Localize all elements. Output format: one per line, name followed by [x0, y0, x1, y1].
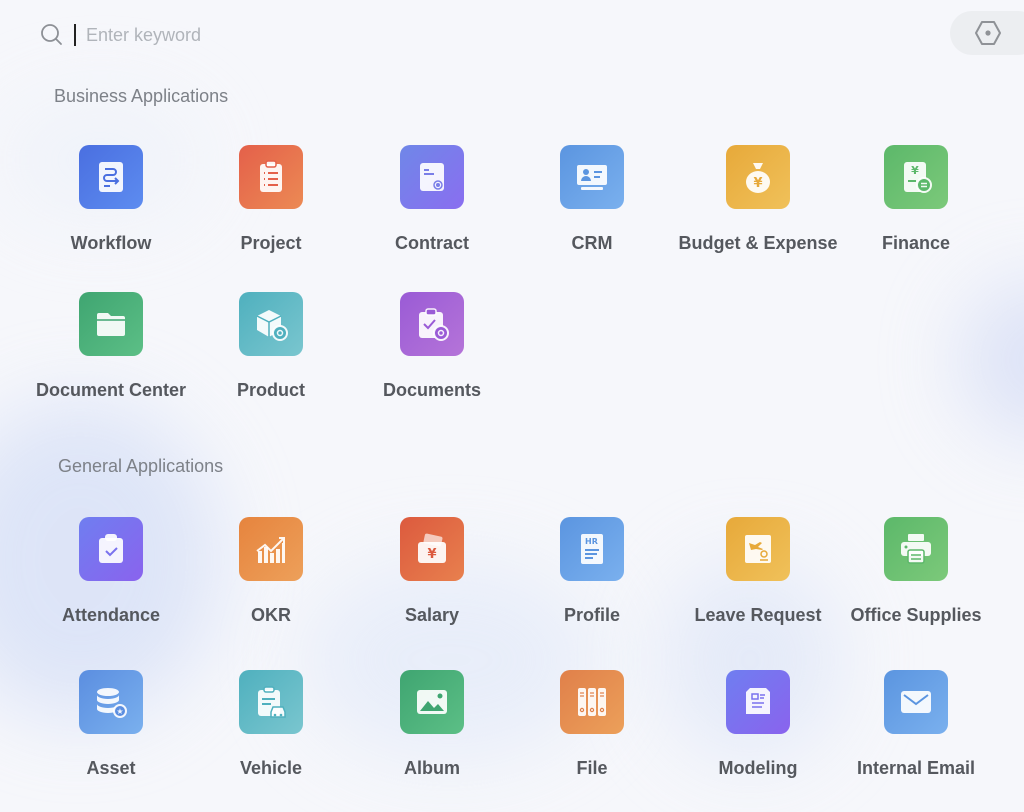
app-launcher: Business Applications General Applicatio… [0, 0, 1024, 812]
product-box-gear-icon [256, 310, 288, 341]
app-okr[interactable]: OKR [191, 517, 351, 626]
app-icon-tile [726, 670, 790, 734]
app-budget-expense[interactable]: ¥ Budget & Expense [678, 145, 838, 254]
app-label: Finance [881, 233, 951, 253]
binders-icon [578, 688, 606, 716]
attendance-check-icon [99, 534, 123, 563]
app-label: OKR [251, 605, 291, 625]
app-label: Documents [382, 380, 481, 400]
section-title-general: General Applications [58, 456, 224, 476]
app-office-supplies[interactable]: Office Supplies [836, 517, 996, 626]
model-board-icon [746, 688, 770, 714]
app-label: Workflow [70, 233, 152, 253]
search-icon [41, 24, 62, 45]
section-title-business: Business Applications [54, 86, 229, 106]
app-file[interactable]: File [512, 670, 672, 779]
app-profile[interactable]: HR Profile [512, 517, 672, 626]
app-workflow[interactable]: Workflow [31, 145, 191, 254]
app-icon-tile [400, 145, 464, 209]
folder-icon [97, 313, 125, 336]
app-label: Vehicle [239, 758, 303, 778]
svg-text:HR: HR [585, 537, 598, 546]
app-attendance[interactable]: Attendance [31, 517, 191, 626]
app-icon-tile [79, 145, 143, 209]
app-label: Album [404, 758, 460, 778]
app-leave-request[interactable]: Leave Request [678, 517, 838, 626]
growth-chart-icon [256, 537, 285, 563]
app-label: Attendance [61, 605, 160, 625]
app-label: Project [240, 233, 302, 253]
app-label: Office Supplies [850, 605, 982, 625]
app-icon-tile [239, 292, 303, 356]
app-label: Product [236, 380, 305, 400]
app-icon-tile [884, 670, 948, 734]
app-icon-tile [726, 517, 790, 581]
app-label: Document Center [35, 380, 187, 400]
app-label: Salary [404, 605, 460, 625]
svg-text:¥: ¥ [911, 164, 919, 177]
app-icon-tile [239, 145, 303, 209]
app-icon-tile [884, 517, 948, 581]
svg-text:¥: ¥ [753, 176, 762, 191]
app-label: Leave Request [694, 605, 822, 625]
hexagon-settings-icon [975, 21, 1001, 45]
app-icon-tile [239, 517, 303, 581]
app-icon-tile [79, 292, 143, 356]
app-label: Contract [394, 233, 469, 253]
app-salary[interactable]: ¥ Salary [352, 517, 512, 626]
app-internal-email[interactable]: Internal Email [836, 670, 996, 779]
clipboard-list-icon [260, 160, 282, 192]
vehicle-clipboard-icon [258, 686, 286, 718]
search-input[interactable] [86, 24, 386, 46]
app-vehicle[interactable]: Vehicle [191, 670, 351, 779]
salary-wallet-icon: ¥ [418, 533, 446, 563]
app-project[interactable]: Project [191, 145, 351, 254]
app-label: Internal Email [856, 758, 976, 778]
app-icon-tile [400, 670, 464, 734]
app-icon-tile [79, 517, 143, 581]
app-label: Budget & Expense [678, 233, 838, 253]
app-documents[interactable]: Documents [352, 292, 512, 401]
finance-exchange-icon: ¥ [904, 162, 932, 193]
app-asset[interactable]: ★ Asset [31, 670, 191, 779]
app-icon-tile: ★ [79, 670, 143, 734]
app-label: File [576, 758, 608, 778]
app-finance[interactable]: ¥ Finance [836, 145, 996, 254]
app-icon-tile [560, 145, 624, 209]
app-label: Modeling [718, 758, 798, 778]
app-icon-tile: HR [560, 517, 624, 581]
app-icon-tile: ¥ [884, 145, 948, 209]
app-modeling[interactable]: Modeling [678, 670, 838, 779]
app-icon-tile [560, 670, 624, 734]
app-label: CRM [571, 233, 613, 253]
app-product[interactable]: Product [191, 292, 351, 401]
app-icon-tile: ¥ [400, 517, 464, 581]
app-label: Profile [563, 605, 620, 625]
svg-text:★: ★ [116, 707, 123, 716]
customer-card-icon [577, 165, 607, 190]
settings-button[interactable] [950, 11, 1024, 55]
printer-icon [901, 534, 931, 564]
workflow-icon [99, 162, 123, 192]
svg-text:¥: ¥ [427, 547, 436, 562]
document-check-gear-icon [419, 308, 449, 341]
app-icon-tile: ¥ [726, 145, 790, 209]
contract-seal-icon [420, 163, 444, 191]
app-icon-tile [239, 670, 303, 734]
hr-profile-icon: HR [581, 534, 603, 564]
app-document-center[interactable]: Document Center [31, 292, 191, 401]
money-bag-icon: ¥ [746, 163, 770, 193]
app-icon-tile [400, 292, 464, 356]
image-album-icon [417, 690, 447, 714]
app-contract[interactable]: Contract [352, 145, 512, 254]
app-crm[interactable]: CRM [512, 145, 672, 254]
search-bar [40, 20, 386, 50]
database-star-icon: ★ [97, 688, 127, 718]
app-label: Asset [86, 758, 136, 778]
envelope-icon [901, 691, 931, 713]
app-album[interactable]: Album [352, 670, 512, 779]
text-caret [74, 24, 76, 46]
flight-stamp-icon [745, 535, 771, 563]
